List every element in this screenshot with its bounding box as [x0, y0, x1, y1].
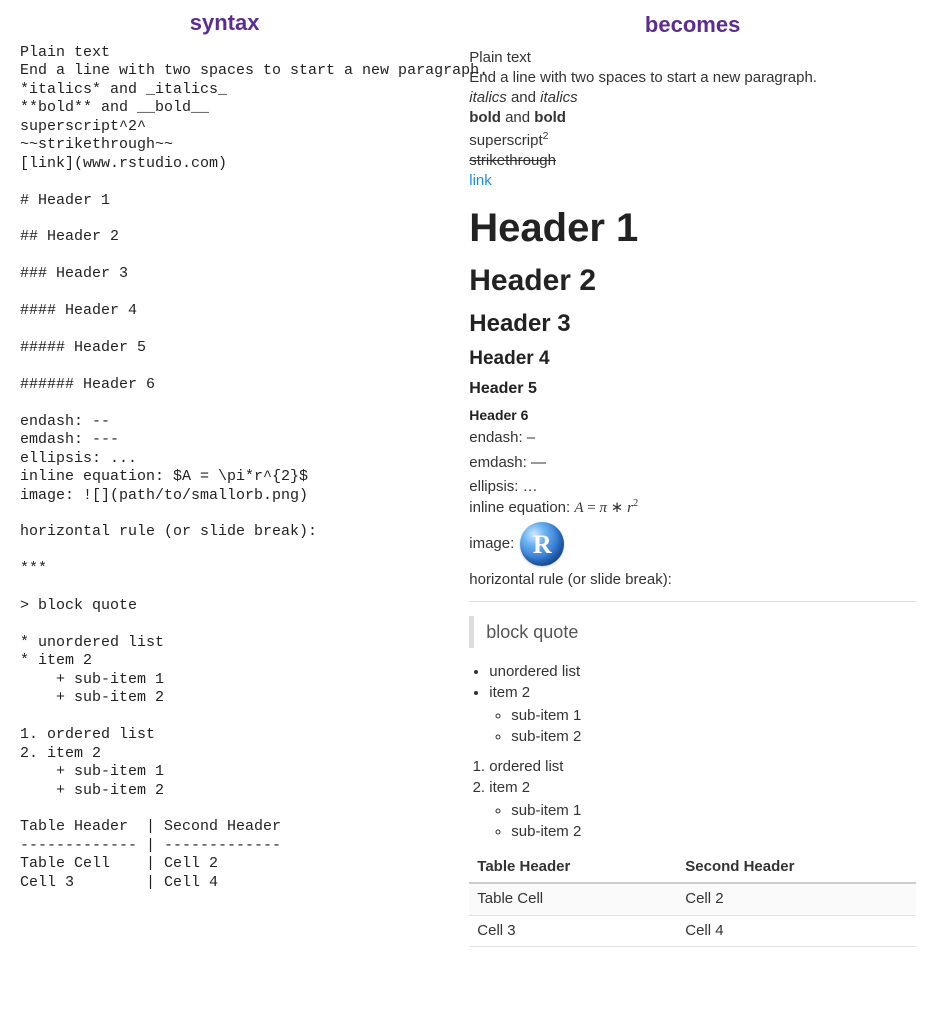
block-quote-text: block quote [486, 622, 578, 642]
ul-item-2: item 2 [489, 684, 530, 701]
rendered-column: becomes Plain text End a line with two s… [449, 0, 936, 967]
syntax-column: syntax Plain text End a line with two sp… [0, 0, 449, 967]
ordered-list: ordered list item 2 sub-item 1 sub-item … [489, 757, 916, 842]
table-cell: Cell 2 [677, 883, 916, 915]
italics-line: italics and italics [469, 88, 916, 108]
italics-example-1: italics [469, 89, 507, 106]
ol-item-1: ordered list [489, 758, 563, 775]
eq-equals: = [584, 500, 600, 516]
inline-equation-line: inline equation: A = π ∗ r2 [469, 497, 916, 518]
example-table: Table Header Second Header Table Cell Ce… [469, 852, 916, 947]
r-logo-letter: R [533, 527, 552, 562]
syntax-heading: syntax [20, 10, 429, 36]
list-item: item 2 sub-item 1 sub-item 2 [489, 778, 916, 842]
unordered-sublist: sub-item 1 sub-item 2 [511, 706, 916, 748]
link-line: link [469, 171, 916, 191]
header-3: Header 3 [469, 308, 916, 340]
bold-line: bold and bold [469, 108, 916, 128]
strikethrough-word: strikethrough [469, 152, 556, 169]
ul-sub-1: sub-item 1 [511, 707, 581, 724]
image-label: image: [469, 534, 514, 554]
block-quote: block quote [469, 616, 916, 648]
table-header-row: Table Header Second Header [469, 852, 916, 883]
header-4: Header 4 [469, 346, 916, 372]
list-item: sub-item 1 [511, 706, 916, 726]
list-item: ordered list [489, 757, 916, 777]
list-item: sub-item 1 [511, 801, 916, 821]
eq-star: ∗ [607, 500, 627, 516]
eq-pi: π [600, 500, 608, 516]
superscript-line: superscript2 [469, 129, 916, 151]
plain-text-line-1: Plain text [469, 48, 916, 68]
table-header-1: Table Header [469, 852, 677, 883]
ol-sub-1: sub-item 1 [511, 802, 581, 819]
list-item: item 2 sub-item 1 sub-item 2 [489, 683, 916, 747]
page-root: syntax Plain text End a line with two sp… [0, 0, 936, 967]
ol-sub-2: sub-item 2 [511, 823, 581, 840]
list-item: sub-item 2 [511, 822, 916, 842]
eq-A: A [574, 500, 583, 516]
ul-sub-2: sub-item 2 [511, 728, 581, 745]
bold-example-2: bold [534, 109, 566, 126]
ol-item-2: item 2 [489, 779, 530, 796]
header-5: Header 5 [469, 378, 916, 400]
horizontal-rule-label: horizontal rule (or slide break): [469, 570, 916, 590]
list-item: unordered list [489, 662, 916, 682]
image-line: image: R [469, 522, 916, 566]
bold-example-1: bold [469, 109, 501, 126]
emdash-line: emdash: — [469, 453, 916, 473]
header-6: Header 6 [469, 406, 916, 425]
superscript-word: superscript [469, 132, 542, 149]
table-row: Cell 3 Cell 4 [469, 915, 916, 946]
and-sep-2: and [501, 109, 534, 126]
header-1: Header 1 [469, 201, 916, 255]
ordered-sublist: sub-item 1 sub-item 2 [511, 801, 916, 843]
table-cell: Table Cell [469, 883, 677, 915]
r-logo-icon: R [520, 522, 564, 566]
table-row: Table Cell Cell 2 [469, 883, 916, 915]
eq-prefix: inline equation: [469, 499, 574, 516]
and-sep-1: and [507, 89, 540, 106]
table-cell: Cell 3 [469, 915, 677, 946]
superscript-exponent: 2 [543, 130, 549, 142]
unordered-list: unordered list item 2 sub-item 1 sub-ite… [489, 662, 916, 747]
endash-line: endash: – [469, 428, 916, 448]
rendered-heading: becomes [469, 10, 916, 40]
list-item: sub-item 2 [511, 727, 916, 747]
strikethrough-line: strikethrough [469, 151, 916, 171]
plain-text-line-2: End a line with two spaces to start a ne… [469, 68, 916, 88]
ellipsis-line: ellipsis: … [469, 477, 916, 497]
ul-item-1: unordered list [489, 663, 580, 680]
syntax-code-block: Plain text End a line with two spaces to… [20, 44, 429, 892]
horizontal-rule [469, 601, 916, 602]
header-2: Header 2 [469, 261, 916, 302]
italics-example-2: italics [540, 89, 578, 106]
example-link[interactable]: link [469, 172, 492, 189]
eq-exp: 2 [633, 498, 638, 509]
table-cell: Cell 4 [677, 915, 916, 946]
table-header-2: Second Header [677, 852, 916, 883]
